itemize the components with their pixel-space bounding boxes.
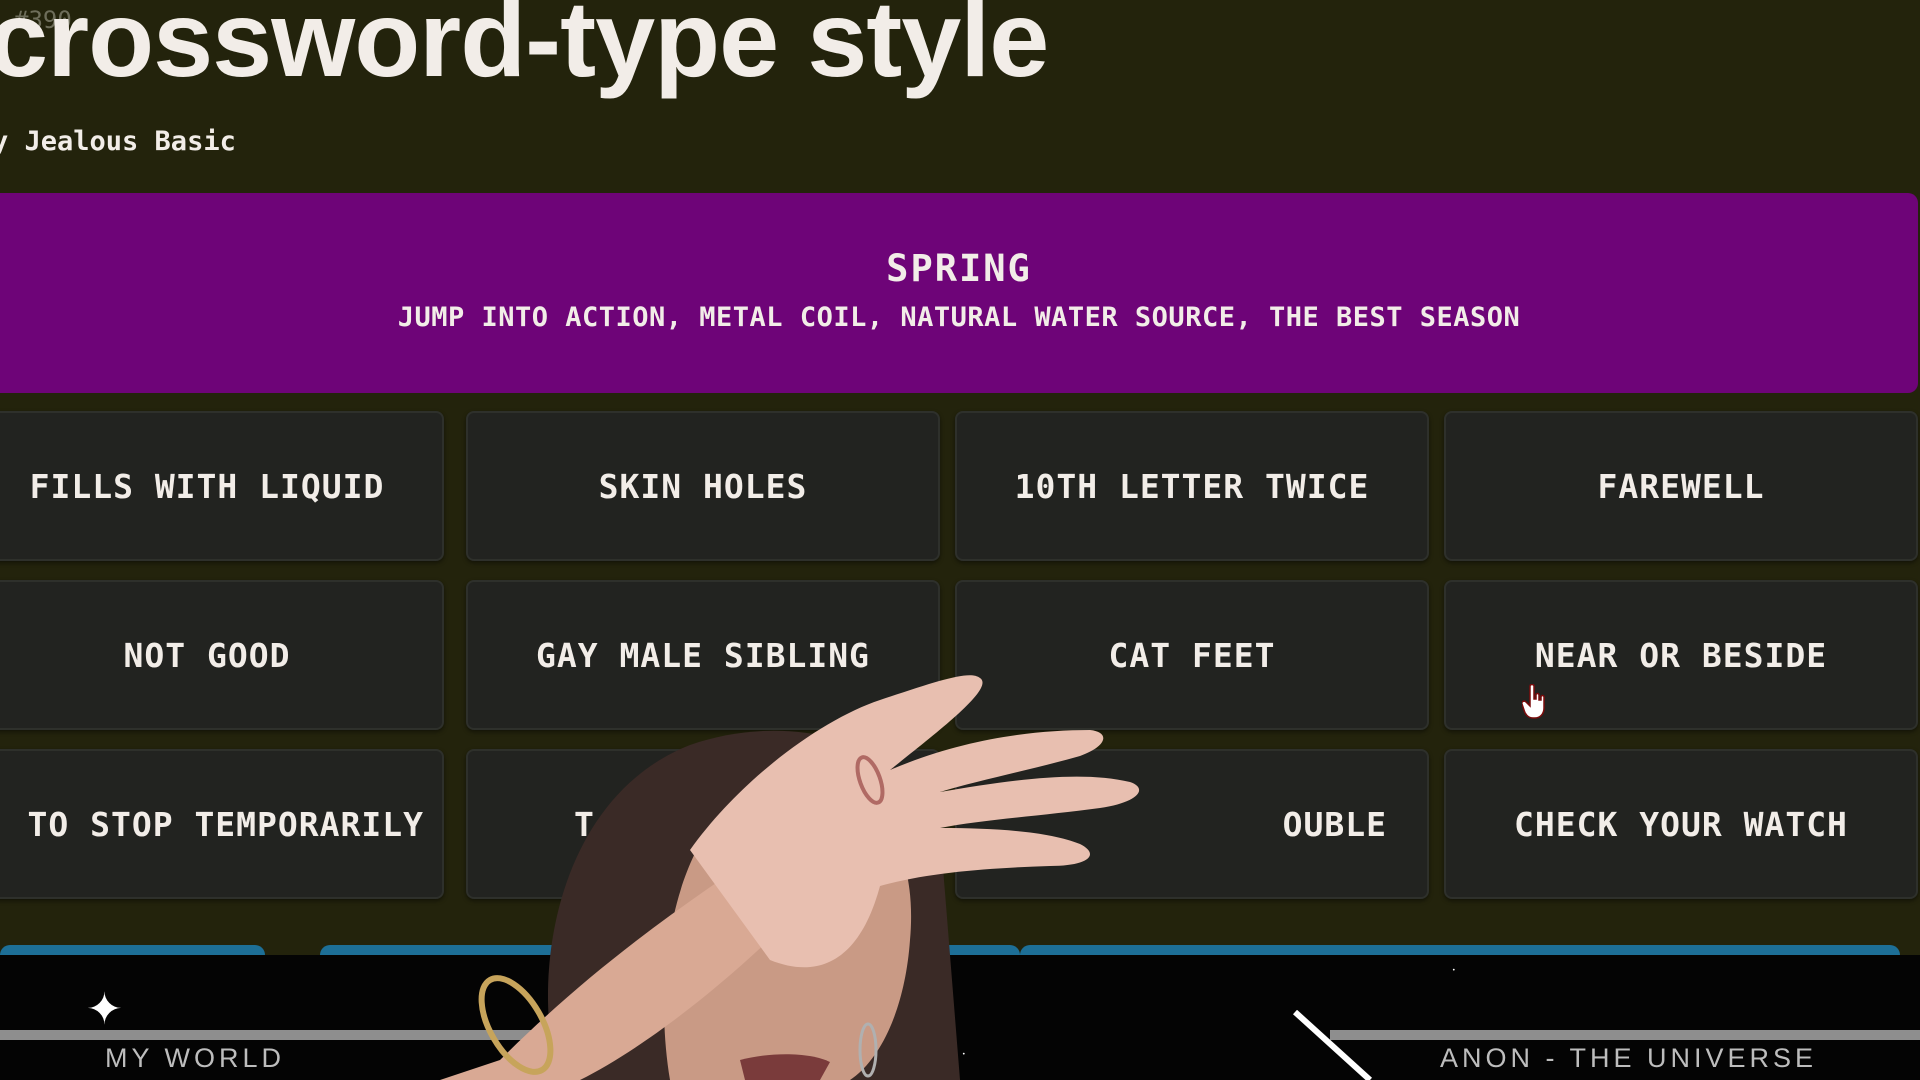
word-tile[interactable]: T xyxy=(466,749,940,899)
stream-frame: #390 crossword-type style y Jealous Basi… xyxy=(0,0,1920,1080)
hand-pointer-icon xyxy=(1522,684,1545,719)
word-tile-partial-text: T xyxy=(574,804,595,844)
four-point-star-icon: ✦ xyxy=(86,984,123,1035)
word-tile[interactable]: FILLS WITH LIQUID xyxy=(0,411,444,561)
word-tile[interactable]: NEAR OR BESIDE xyxy=(1444,580,1918,730)
word-tile[interactable]: SKIN HOLES xyxy=(466,411,940,561)
word-tile[interactable]: CHECK YOUR WATCH xyxy=(1444,749,1918,899)
word-tile[interactable]: TO STOP TEMPORARILY xyxy=(0,749,444,899)
solved-group-words: JUMP INTO ACTION, METAL COIL, NATURAL WA… xyxy=(397,302,1521,333)
overlay-slash-left xyxy=(588,1030,647,1080)
overlay-left-label: MY WORLD xyxy=(105,1043,286,1073)
puzzle-title: crossword-type style xyxy=(0,0,1049,99)
overlay-right-label: ANON - THE UNIVERSE xyxy=(1440,1043,1818,1073)
overlay-slash-right xyxy=(1292,1010,1373,1080)
word-tile[interactable]: 10TH LETTER TWICE xyxy=(955,411,1429,561)
word-tile[interactable]: GAY MALE SIBLING xyxy=(466,580,940,730)
puzzle-author: y Jealous Basic xyxy=(0,126,236,157)
solved-group-name: SPRING xyxy=(886,247,1032,290)
word-tile-partial-text: OUBLE xyxy=(1282,804,1387,844)
word-tile[interactable]: OUBLE xyxy=(955,749,1429,899)
word-tile[interactable]: FAREWELL xyxy=(1444,411,1918,561)
star-dot-icon: • xyxy=(962,1051,966,1058)
overlay-divider-line xyxy=(1330,1030,1920,1040)
star-dot-icon: • xyxy=(1452,967,1456,974)
word-tile[interactable]: NOT GOOD xyxy=(0,580,444,730)
word-tile[interactable]: CAT FEET xyxy=(955,580,1429,730)
solved-group-banner: SPRING JUMP INTO ACTION, METAL COIL, NAT… xyxy=(0,193,1918,393)
